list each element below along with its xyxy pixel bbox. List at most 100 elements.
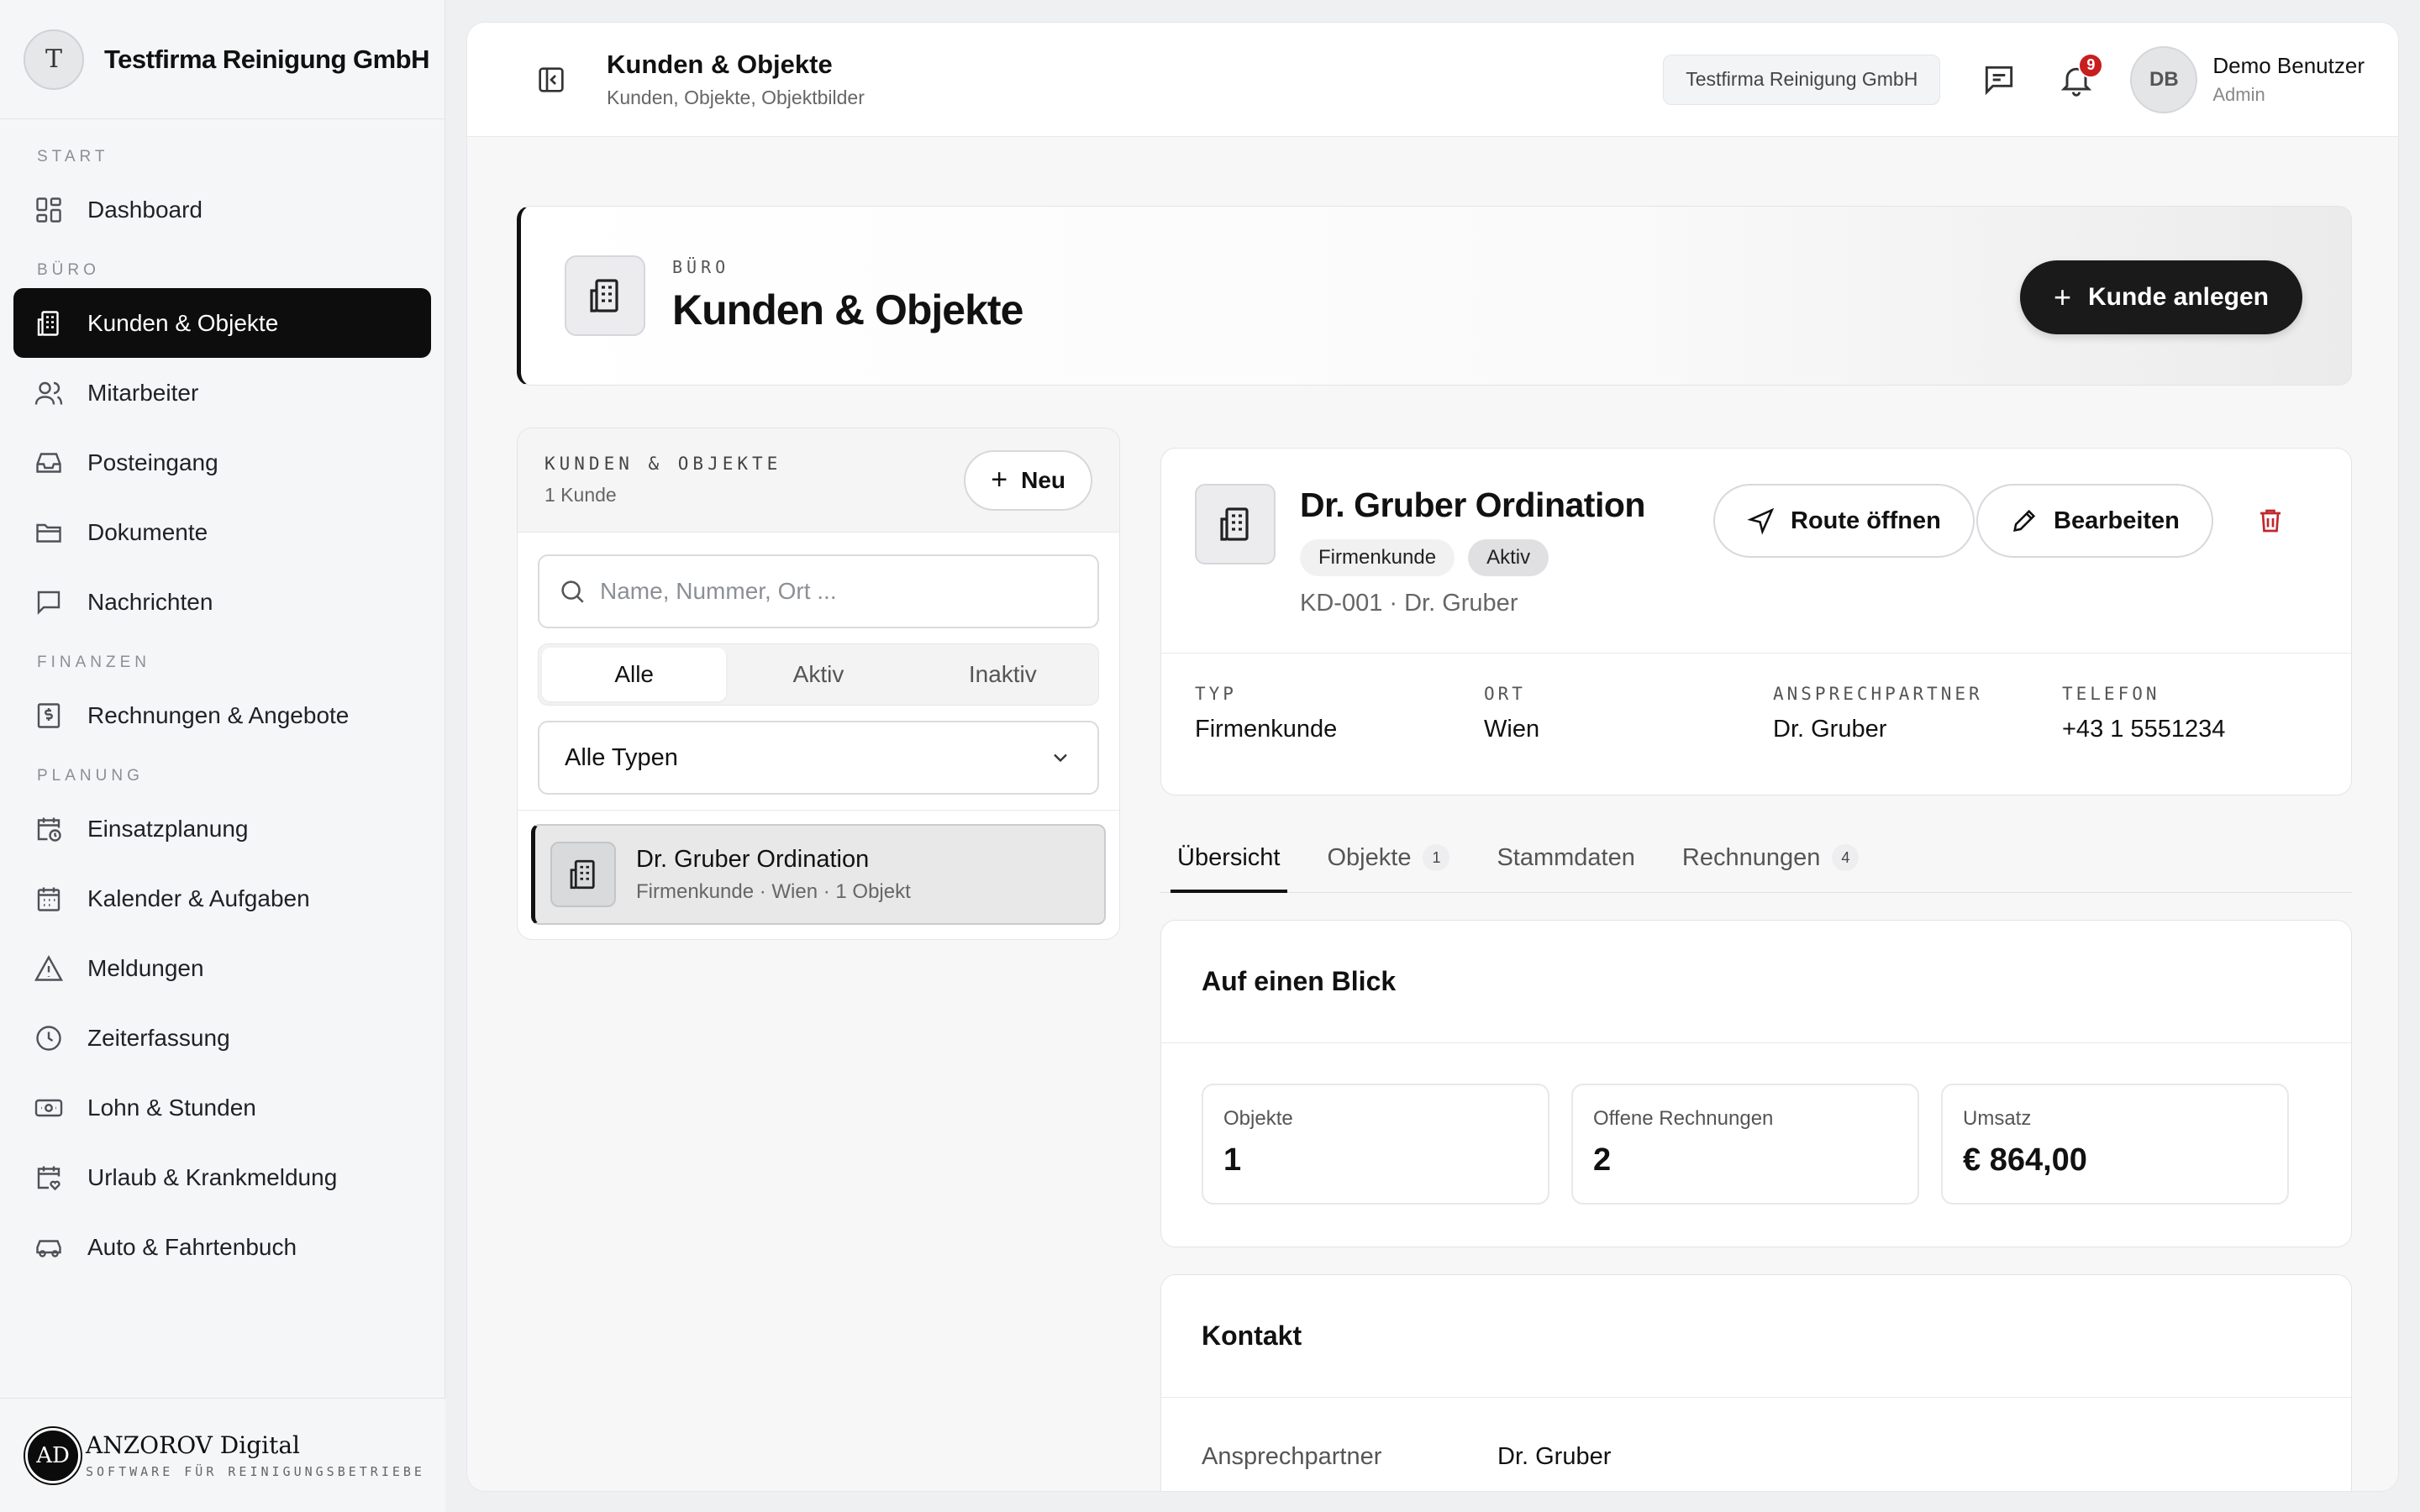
nav-section-buero: BÜRO <box>37 261 100 279</box>
notifications-button[interactable]: 9 <box>2058 52 2104 98</box>
open-route-label: Route öffnen <box>1791 507 1941 534</box>
stat-open-invoices: Offene Rechnungen 2 <box>1571 1084 1919 1205</box>
type-select[interactable]: Alle Typen <box>538 721 1099 795</box>
sidebar-item-label: Rechnungen & Angebote <box>87 701 350 728</box>
page-title: Kunden & Objekte <box>607 50 833 79</box>
sidebar-item-posteingang[interactable]: Posteingang <box>13 428 431 497</box>
overview-title: Auf einen Blick <box>1161 921 2351 1043</box>
stat-value: € 864,00 <box>1963 1142 2087 1178</box>
sidebar-item-dashboard[interactable]: Dashboard <box>13 175 431 244</box>
notification-badge: 9 <box>2078 52 2104 78</box>
sidebar-item-meldungen[interactable]: Meldungen <box>13 933 431 1003</box>
nav-section-finanzen: FINANZEN <box>37 654 150 671</box>
sidebar-item-label: Mitarbeiter <box>87 379 199 406</box>
stat-objects: Objekte 1 <box>1202 1084 1549 1205</box>
filter-active[interactable]: Aktiv <box>726 648 910 701</box>
customer-facts: TYP Firmenkunde ORT Wien ANSPRECHPARTNER… <box>1161 654 2351 743</box>
fact-label: ANSPRECHPARTNER <box>1773 684 1983 704</box>
sidebar-item-zeiterfassung[interactable]: Zeiterfassung <box>13 1003 431 1073</box>
tab-uebersicht[interactable]: Übersicht <box>1171 831 1287 893</box>
calendar-heart-icon <box>37 1166 60 1190</box>
search-input[interactable] <box>600 578 1087 605</box>
sidebar-item-nachrichten[interactable]: Nachrichten <box>13 567 431 637</box>
calendar-clock-icon <box>37 817 61 842</box>
tab-label: Objekte <box>1327 844 1412 871</box>
sidebar-item-kalender[interactable]: Kalender & Aufgaben <box>13 864 431 933</box>
tab-label: Übersicht <box>1177 844 1281 871</box>
sidebar-item-label: Zeiterfassung <box>87 1024 230 1051</box>
sidebar-item-dokumente[interactable]: Dokumente <box>13 497 431 567</box>
dashboard-icon <box>36 197 61 223</box>
stat-value: 1 <box>1223 1142 1242 1178</box>
avatar[interactable]: DB <box>2130 45 2198 113</box>
stat-revenue: Umsatz € 864,00 <box>1941 1084 2289 1205</box>
customer-name: Dr. Gruber Ordination <box>636 845 870 873</box>
company-switcher[interactable]: Testfirma Reinigung GmbH <box>1663 54 1941 105</box>
sidebar-item-label: Dashboard <box>87 196 203 223</box>
sidebar-item-kunden-objekte[interactable]: Kunden & Objekte <box>13 288 431 358</box>
topbar: Kunden & Objekte Kunden, Objekte, Objekt… <box>467 23 2398 137</box>
overview-card: Auf einen Blick Objekte 1 Offene Rechnun… <box>1160 920 2352 1247</box>
user-name: Demo Benutzer <box>2212 53 2365 78</box>
sidebar-item-label: Einsatzplanung <box>87 815 249 842</box>
sidebar-item-mitarbeiter[interactable]: Mitarbeiter <box>13 358 431 428</box>
customer-title: Dr. Gruber Ordination <box>1300 486 1645 524</box>
messages-button[interactable] <box>1981 61 2018 98</box>
fact-label: TYP <box>1195 684 1237 704</box>
sidebar-item-auto[interactable]: Auto & Fahrtenbuch <box>13 1212 431 1282</box>
brand[interactable]: T Testfirma Reinigung GmbH <box>0 0 445 119</box>
sidebar-item-urlaub[interactable]: Urlaub & Krankmeldung <box>13 1142 431 1212</box>
page-header-card: BÜRO Kunden & Objekte + Kunde anlegen <box>517 206 2352 386</box>
vendor-name: ANZOROV Digital <box>86 1431 300 1459</box>
edit-label: Bearbeiten <box>2054 507 2180 534</box>
inbox-icon <box>36 452 61 473</box>
new-customer-button[interactable]: + Neu <box>964 449 1092 511</box>
tab-stammdaten[interactable]: Stammdaten <box>1490 831 1641 893</box>
search-field[interactable] <box>538 554 1099 628</box>
contact-label: Ansprechpartner <box>1202 1443 1382 1470</box>
customer-meta: Firmenkunde · Wien · 1 Objekt <box>636 879 911 903</box>
tab-label: Stammdaten <box>1497 844 1635 871</box>
contact-card: Kontakt Ansprechpartner Dr. Gruber <box>1160 1274 2352 1491</box>
sidebar-collapse-icon[interactable] <box>534 63 568 97</box>
warning-icon <box>34 954 64 981</box>
plus-icon: + <box>2053 280 2071 314</box>
user-role: Admin <box>2212 84 2265 105</box>
stat-label: Umsatz <box>1963 1107 2032 1130</box>
sidebar-item-lohn[interactable]: Lohn & Stunden <box>13 1073 431 1142</box>
open-route-button[interactable]: Route öffnen <box>1713 484 1975 558</box>
add-customer-label: Kunde anlegen <box>2087 283 2269 311</box>
fact-value: Wien <box>1484 716 1540 743</box>
fact-value[interactable]: +43 1 5551234 <box>2062 716 2351 743</box>
tab-rechnungen[interactable]: Rechnungen 4 <box>1676 831 1865 893</box>
section-eyebrow: BÜRO <box>672 257 730 277</box>
sidebar-item-rechnungen[interactable]: Rechnungen & Angebote <box>13 680 431 750</box>
building-icon <box>37 310 59 336</box>
sidebar-item-einsatzplanung[interactable]: Einsatzplanung <box>13 794 431 864</box>
filter-all[interactable]: Alle <box>542 648 727 701</box>
list-item[interactable]: Dr. Gruber Ordination Firmenkunde · Wien… <box>531 824 1106 925</box>
sidebar-item-label: Kalender & Aufgaben <box>87 885 310 911</box>
nav-section-start: START <box>37 148 109 165</box>
search-icon <box>561 580 584 603</box>
type-badge: Firmenkunde <box>1300 539 1455 576</box>
trash-icon[interactable] <box>2255 506 2286 536</box>
status-badge: Aktiv <box>1468 539 1549 576</box>
main-content: Kunden & Objekte Kunden, Objekte, Objekt… <box>466 22 2399 1492</box>
vendor-logo: AD <box>25 1427 81 1483</box>
user-menu[interactable]: Demo Benutzer Admin <box>2212 53 2365 106</box>
add-customer-button[interactable]: + Kunde anlegen <box>2019 260 2302 334</box>
tab-count: 1 <box>1423 844 1450 871</box>
fact-city: ORT Wien <box>1484 684 1773 743</box>
sidebar-item-label: Meldungen <box>87 954 204 981</box>
sidebar-item-label: Posteingang <box>87 449 218 475</box>
message-icon <box>37 591 60 615</box>
edit-button[interactable]: Bearbeiten <box>1976 484 2213 558</box>
tab-objekte[interactable]: Objekte 1 <box>1321 831 1457 893</box>
building-icon <box>565 255 645 336</box>
filter-inactive[interactable]: Inaktiv <box>911 648 1095 701</box>
sidebar-item-label: Urlaub & Krankmeldung <box>87 1163 338 1190</box>
customer-detail-card: Dr. Gruber Ordination Firmenkunde Aktiv … <box>1160 448 2352 795</box>
status-filter: Alle Aktiv Inaktiv <box>538 643 1099 706</box>
building-icon <box>1195 484 1276 564</box>
